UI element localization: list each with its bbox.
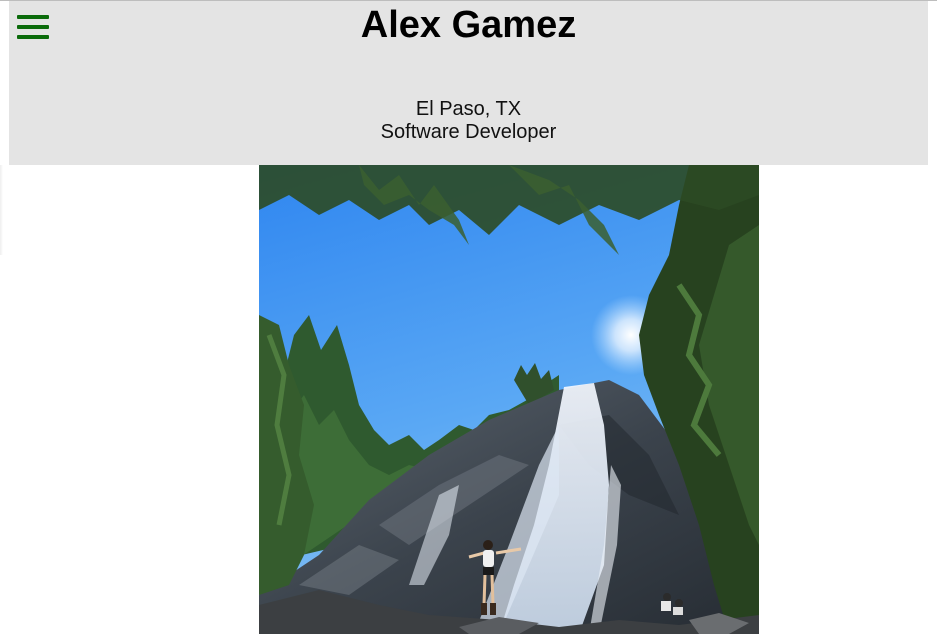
profile-header: Alex Gamez El Paso, TX Software Develope… xyxy=(9,1,928,165)
profile-name: Alex Gamez xyxy=(360,4,577,46)
profile-location: El Paso, TX xyxy=(415,98,522,120)
profile-role: Software Developer xyxy=(380,121,557,143)
page-edge-shadow xyxy=(0,165,3,255)
profile-photo xyxy=(259,165,759,634)
